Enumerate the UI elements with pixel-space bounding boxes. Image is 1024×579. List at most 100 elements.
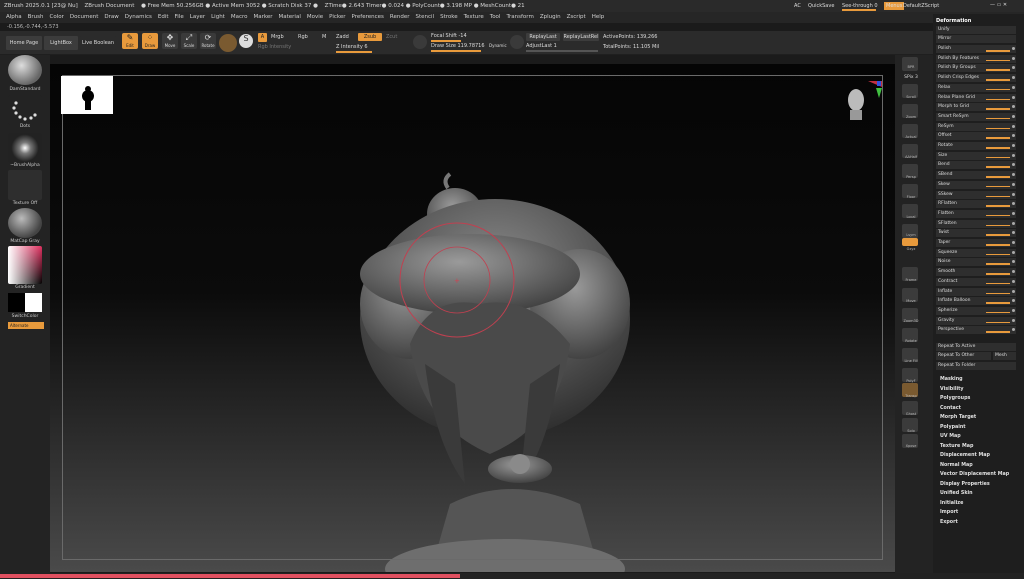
menu-render[interactable]: Render (390, 12, 410, 23)
axis-dot-icon[interactable] (1012, 260, 1015, 264)
axis-dot-icon[interactable] (1012, 202, 1015, 206)
mirror-button[interactable]: Mirror (936, 35, 1016, 43)
zsub-toggle[interactable]: Zsub (358, 33, 382, 41)
deformation-relax-button[interactable]: Relax (936, 83, 1016, 92)
edit-mode-button[interactable]: ✎ Edit (122, 33, 138, 49)
axis-dot-icon[interactable] (1012, 318, 1015, 322)
menu-light[interactable]: Light (211, 12, 225, 23)
deformation-header[interactable]: Deformation (936, 18, 971, 24)
deformation-perspective-button[interactable]: Perspective (936, 326, 1016, 335)
replay-last-rel-button[interactable]: ReplayLastRel (563, 33, 599, 41)
axis-dot-icon[interactable] (1012, 76, 1015, 80)
contact-subpalette[interactable]: Contact (940, 406, 961, 411)
focal-icon[interactable] (413, 35, 427, 49)
gxyz-toggle[interactable] (902, 238, 918, 246)
repeat-to-active-button[interactable]: Repeat To Active (936, 343, 1016, 351)
polygroups-subpalette[interactable]: Polygroups (940, 396, 970, 401)
deformation-spherize-button[interactable]: Spherize (936, 306, 1016, 315)
rgb-intensity-slider[interactable]: Rgb Intensity (258, 44, 291, 50)
menu-color[interactable]: Color (50, 12, 64, 23)
menu-alpha[interactable]: Alpha (6, 12, 22, 23)
alpha-thumbnail-icon[interactable] (8, 133, 42, 163)
stroke-thumbnail-icon[interactable] (8, 95, 42, 125)
axis-dot-icon[interactable] (1012, 308, 1015, 312)
focal-shift-slider[interactable]: Focal Shift -14 (431, 33, 467, 39)
axis-dot-icon[interactable] (1012, 279, 1015, 283)
displacement-map-subpalette[interactable]: Displacement Map (940, 453, 990, 458)
axis-dot-icon[interactable] (1012, 270, 1015, 274)
material-thumbnail-icon[interactable] (8, 208, 42, 238)
axis-dot-icon[interactable] (1012, 163, 1015, 167)
m-toggle[interactable]: M (322, 34, 326, 40)
menu-brush[interactable]: Brush (28, 12, 44, 23)
deformation-sflatten-button[interactable]: SFlatten (936, 219, 1016, 228)
axis-dot-icon[interactable] (1012, 114, 1015, 118)
menus-button[interactable]: Menus (884, 2, 905, 10)
axis-dot-icon[interactable] (1012, 134, 1015, 138)
export-subpalette[interactable]: Export (940, 520, 958, 525)
deformation-smooth-button[interactable]: Smooth (936, 268, 1016, 277)
menu-zscript[interactable]: Zscript (567, 12, 586, 23)
deformation-rotate-button[interactable]: Rotate (936, 142, 1016, 150)
main-color-swatch[interactable] (25, 293, 42, 312)
axis-dot-icon[interactable] (1012, 250, 1015, 254)
switch-color-button[interactable]: SwitchColor (0, 314, 50, 319)
move-mode-button[interactable]: ✥ Move (162, 33, 178, 49)
deformation-resym-button[interactable]: ReSym (936, 122, 1016, 131)
quicksave-button[interactable]: QuickSave (808, 3, 834, 9)
dynamic-toggle[interactable]: Dynamic (489, 43, 507, 48)
default-zscript-button[interactable]: DefaultZScript (903, 3, 939, 9)
deformation-morph-to-grid-button[interactable]: Morph to Grid (936, 103, 1016, 112)
texture-map-subpalette[interactable]: Texture Map (940, 444, 973, 449)
menu-transform[interactable]: Transform (506, 12, 533, 23)
visibility-subpalette[interactable]: Visibility (940, 387, 964, 392)
replay-last-button[interactable]: ReplayLast (526, 33, 560, 41)
normal-map-subpalette[interactable]: Normal Map (940, 463, 973, 468)
morph-target-subpalette[interactable]: Morph Target (940, 415, 976, 420)
menu-macro[interactable]: Macro (231, 12, 248, 23)
deformation-gravity-button[interactable]: Gravity (936, 316, 1016, 325)
axis-dot-icon[interactable] (1012, 211, 1015, 215)
menu-material[interactable]: Material (279, 12, 301, 23)
deformation-noise-button[interactable]: Noise (936, 258, 1016, 267)
draw-mode-button[interactable]: ⁘ Draw (142, 33, 158, 49)
deformation-rflatten-button[interactable]: RFlatten (936, 200, 1016, 209)
deformation-offset-button[interactable]: Offset (936, 132, 1016, 141)
axis-dot-icon[interactable] (1012, 153, 1015, 157)
deformation-contract-button[interactable]: Contract (936, 277, 1016, 286)
deformation-flatten-button[interactable]: Flatten (936, 209, 1016, 218)
menu-document[interactable]: Document (70, 12, 99, 23)
secondary-color-swatch[interactable] (8, 293, 25, 312)
menu-picker[interactable]: Picker (329, 12, 345, 23)
axis-dot-icon[interactable] (1012, 182, 1015, 186)
deformation-sskew-button[interactable]: SSkew (936, 190, 1016, 199)
deformation-sbend-button[interactable]: SBend (936, 171, 1016, 180)
deformation-polish-crisp-edges-button[interactable]: Polish Crisp Edges (936, 74, 1016, 83)
axis-dot-icon[interactable] (1012, 124, 1015, 128)
adjust-last-slider[interactable]: AdjustLast 1 (526, 43, 557, 49)
deformation-taper-button[interactable]: Taper (936, 239, 1016, 247)
window-controls[interactable]: — ▭ ✕ (990, 2, 1007, 8)
navigation-thumbnail[interactable] (61, 76, 113, 114)
axis-dot-icon[interactable] (1012, 231, 1015, 235)
menu-file[interactable]: File (175, 12, 184, 23)
texture-thumbnail-icon[interactable] (8, 170, 42, 200)
mesh-button[interactable]: Mesh (993, 352, 1016, 360)
repeat-to-other-button[interactable]: Repeat To Other (936, 352, 991, 360)
menu-edit[interactable]: Edit (158, 12, 169, 23)
axis-dot-icon[interactable] (1012, 241, 1015, 244)
home-page-button[interactable]: Home Page (6, 36, 42, 50)
import-subpalette[interactable]: Import (940, 510, 958, 515)
a-toggle[interactable]: A (258, 33, 267, 42)
menu-texture[interactable]: Texture (464, 12, 484, 23)
unified-skin-subpalette[interactable]: Unified Skin (940, 491, 973, 496)
axis-dot-icon[interactable] (1012, 299, 1015, 303)
menu-dynamics[interactable]: Dynamics (125, 12, 152, 23)
axis-dot-icon[interactable] (1012, 144, 1015, 147)
axis-dot-icon[interactable] (1012, 85, 1015, 89)
uv-map-subpalette[interactable]: UV Map (940, 434, 961, 439)
menu-tool[interactable]: Tool (490, 12, 501, 23)
axis-dot-icon[interactable] (1012, 328, 1015, 332)
mrgb-toggle[interactable]: Mrgb (271, 34, 284, 40)
initialize-subpalette[interactable]: Initialize (940, 501, 963, 506)
